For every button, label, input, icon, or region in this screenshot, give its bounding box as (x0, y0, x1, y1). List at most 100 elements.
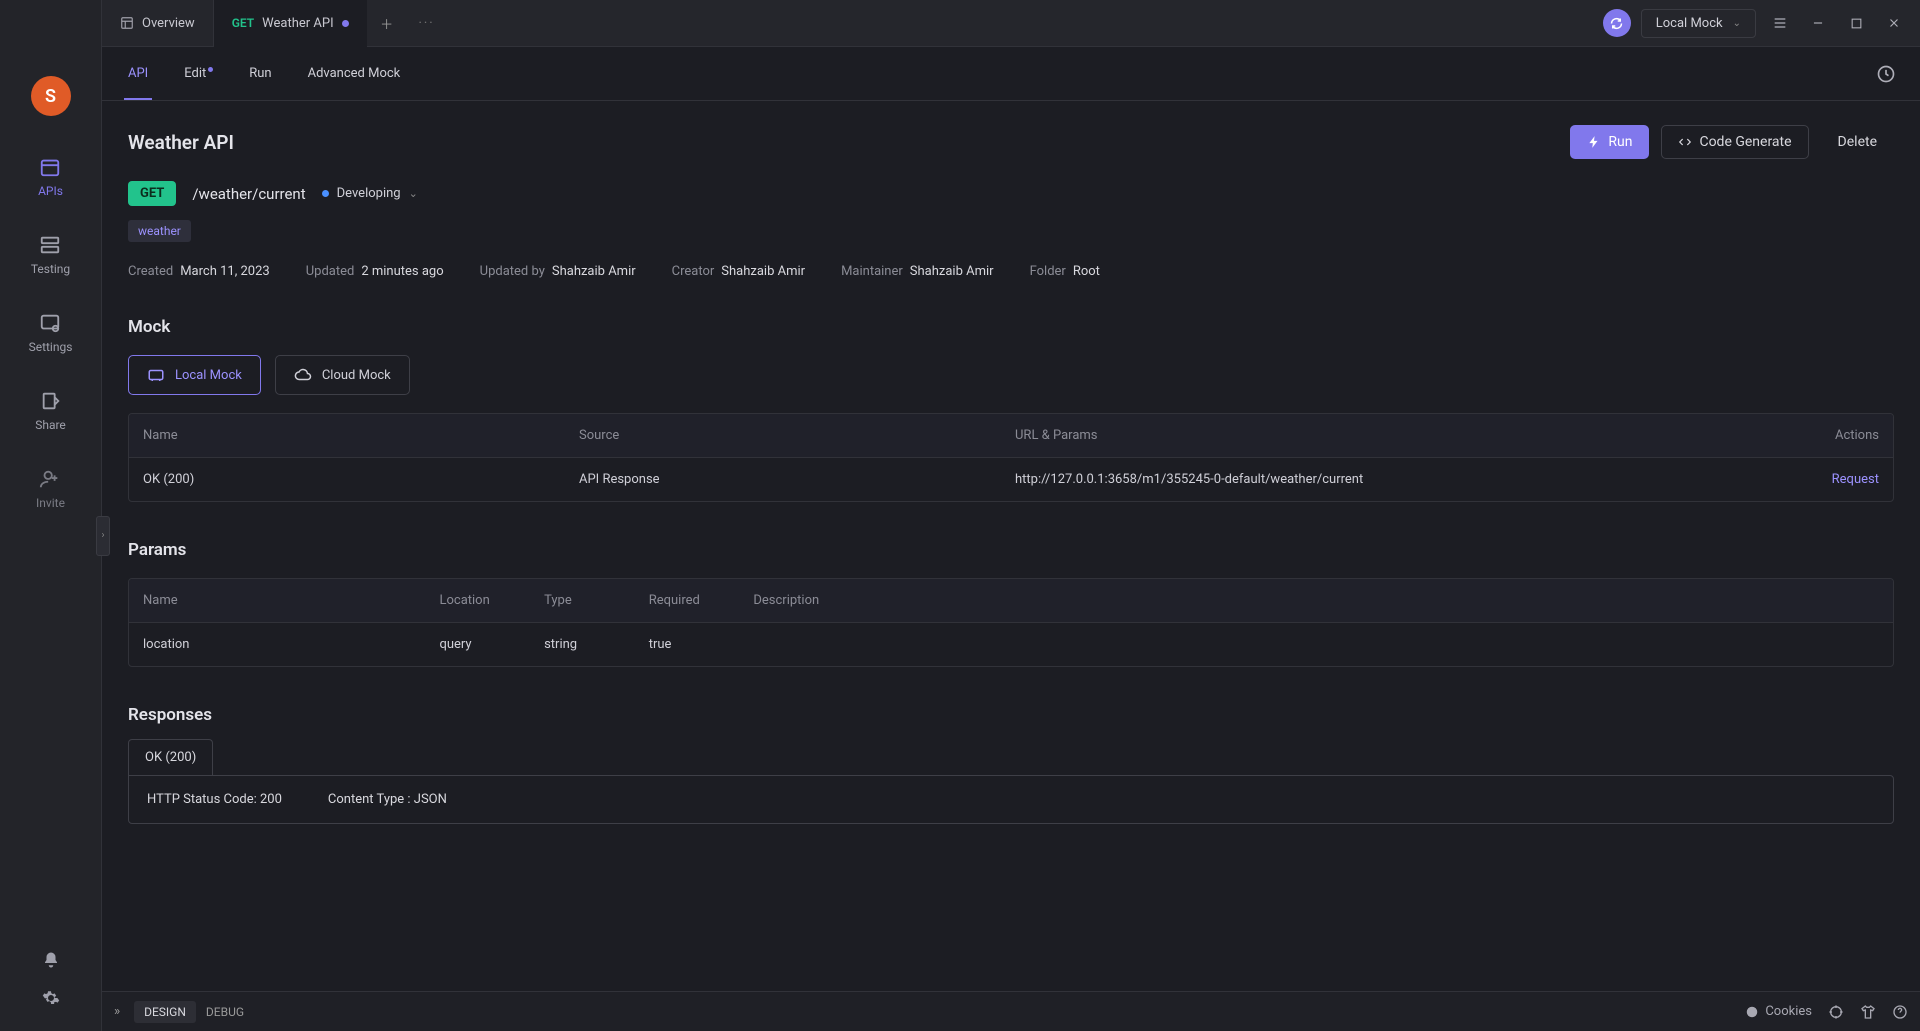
window-maximize-button[interactable] (1842, 9, 1870, 37)
mock-table: Name Source URL & Params Actions OK (200… (128, 413, 1894, 502)
params-table: Name Location Type Required Description … (128, 578, 1894, 667)
title-actions: Run Code Generate Delete (1570, 125, 1894, 159)
content-area: Weather API Run Code Generate Delete GET… (102, 101, 1920, 991)
meta-updated-by: Updated by Shahzaib Amir (480, 264, 636, 279)
status-label: Developing (337, 186, 401, 201)
footer-bar: » DESIGN DEBUG Cookies (102, 991, 1920, 1031)
title-bar: Weather API Run Code Generate Delete (128, 125, 1894, 159)
col-required: Required (645, 593, 750, 608)
response-tab-ok[interactable]: OK (200) (128, 739, 213, 775)
meta-value: Shahzaib Amir (552, 264, 636, 279)
cell-location: query (435, 637, 540, 652)
mock-heading: Mock (128, 317, 1894, 337)
history-icon[interactable] (1872, 60, 1900, 88)
page-title: Weather API (128, 131, 234, 154)
testing-icon (39, 234, 61, 256)
meta-value: Shahzaib Amir (910, 264, 994, 279)
codegen-label: Code Generate (1699, 134, 1791, 150)
run-button[interactable]: Run (1570, 125, 1649, 159)
tab-more-button[interactable]: ··· (407, 16, 447, 31)
target-icon[interactable] (1828, 1004, 1844, 1020)
meta-maintainer: Maintainer Shahzaib Amir (841, 264, 994, 279)
cell-description (749, 637, 1883, 652)
help-icon[interactable] (1892, 1004, 1908, 1020)
sync-button[interactable] (1603, 9, 1631, 37)
subtab-label: Run (249, 66, 271, 81)
subtab-edit[interactable]: Edit (180, 47, 217, 100)
new-tab-button[interactable]: ＋ (367, 14, 407, 33)
footer-expand-icon[interactable]: » (114, 1004, 120, 1019)
rail-item-apis[interactable]: APIs (38, 156, 63, 198)
footer-tab-debug[interactable]: DEBUG (196, 1001, 254, 1023)
meta-folder: FolderRoot (1030, 264, 1100, 279)
tab-overview[interactable]: Overview (102, 0, 214, 47)
params-heading: Params (128, 540, 1894, 560)
subtab-run[interactable]: Run (245, 47, 275, 100)
chevron-down-icon: ⌄ (1733, 18, 1741, 29)
footer-tab-design[interactable]: DESIGN (134, 1001, 196, 1023)
tag-chip[interactable]: weather (128, 220, 191, 242)
cloud-mock-label: Cloud Mock (322, 368, 391, 383)
left-rail: S APIs Testing Settings Share Invite (0, 0, 102, 1031)
col-name: Name (139, 593, 435, 608)
subtab-advanced-mock[interactable]: Advanced Mock (304, 47, 405, 100)
rail-item-testing[interactable]: Testing (31, 234, 70, 276)
run-label: Run (1608, 134, 1632, 150)
path-row: GET /weather/current Developing ⌄ (128, 181, 1894, 206)
cloud-mock-button[interactable]: Cloud Mock (275, 355, 410, 395)
col-actions: Actions (1778, 428, 1883, 443)
subtab-label: API (128, 66, 148, 81)
menu-icon[interactable] (1766, 9, 1794, 37)
meta-key: Updated by (480, 264, 545, 279)
response-status: HTTP Status Code: 200 (147, 792, 282, 807)
unsaved-dot-icon (342, 20, 349, 27)
meta-key: Created (128, 264, 173, 279)
meta-creator: Creator Shahzaib Amir (672, 264, 805, 279)
request-link[interactable]: Request (1832, 472, 1879, 487)
rail-label: Invite (36, 496, 65, 510)
settings-sliders-icon (39, 312, 61, 334)
col-url: URL & Params (1011, 428, 1778, 443)
rail-item-settings[interactable]: Settings (29, 312, 73, 354)
tab-label: Weather API (262, 16, 333, 31)
chevron-down-icon: ⌄ (409, 187, 418, 200)
meta-updated: Updated2 minutes ago (306, 264, 444, 279)
invite-icon (39, 468, 61, 490)
bell-icon[interactable] (42, 951, 60, 969)
rail-label: Share (35, 418, 66, 432)
code-generate-button[interactable]: Code Generate (1661, 125, 1808, 159)
rail-label: APIs (38, 184, 63, 198)
local-mock-button[interactable]: Local Mock (128, 355, 261, 395)
cloud-icon (294, 366, 312, 384)
response-body: HTTP Status Code: 200 Content Type : JSO… (128, 775, 1894, 824)
calendar-icon (39, 156, 61, 178)
shirt-icon[interactable] (1860, 1004, 1876, 1020)
meta-value: Shahzaib Amir (721, 264, 805, 279)
rail-item-invite[interactable]: Invite (36, 468, 65, 510)
col-description: Description (749, 593, 1883, 608)
col-name: Name (139, 428, 575, 443)
cookie-icon[interactable]: Cookies (1745, 1004, 1812, 1019)
window-minimize-button[interactable] (1804, 9, 1832, 37)
cell-required: true (645, 637, 750, 652)
table-row: Name Location Type Required Description (129, 579, 1893, 623)
meta-value: 2 minutes ago (361, 264, 443, 279)
subtabs-right (1872, 47, 1920, 100)
gear-icon[interactable] (42, 989, 60, 1007)
subtab-label: Advanced Mock (308, 66, 401, 81)
col-type: Type (540, 593, 645, 608)
tab-method: GET (232, 16, 254, 30)
env-label: Local Mock (1656, 16, 1723, 31)
avatar[interactable]: S (31, 76, 71, 116)
status-selector[interactable]: Developing ⌄ (322, 186, 418, 201)
meta-key: Maintainer (841, 264, 903, 279)
subtab-api[interactable]: API (124, 47, 152, 100)
delete-button[interactable]: Delete (1821, 125, 1894, 159)
window-close-button[interactable] (1880, 9, 1908, 37)
table-row: Name Source URL & Params Actions (129, 414, 1893, 458)
environment-selector[interactable]: Local Mock ⌄ (1641, 9, 1756, 38)
delete-label: Delete (1838, 134, 1877, 150)
rail-item-share[interactable]: Share (35, 390, 66, 432)
meta-key: Creator (672, 264, 715, 279)
tab-weather-api[interactable]: GET Weather API (214, 0, 367, 47)
